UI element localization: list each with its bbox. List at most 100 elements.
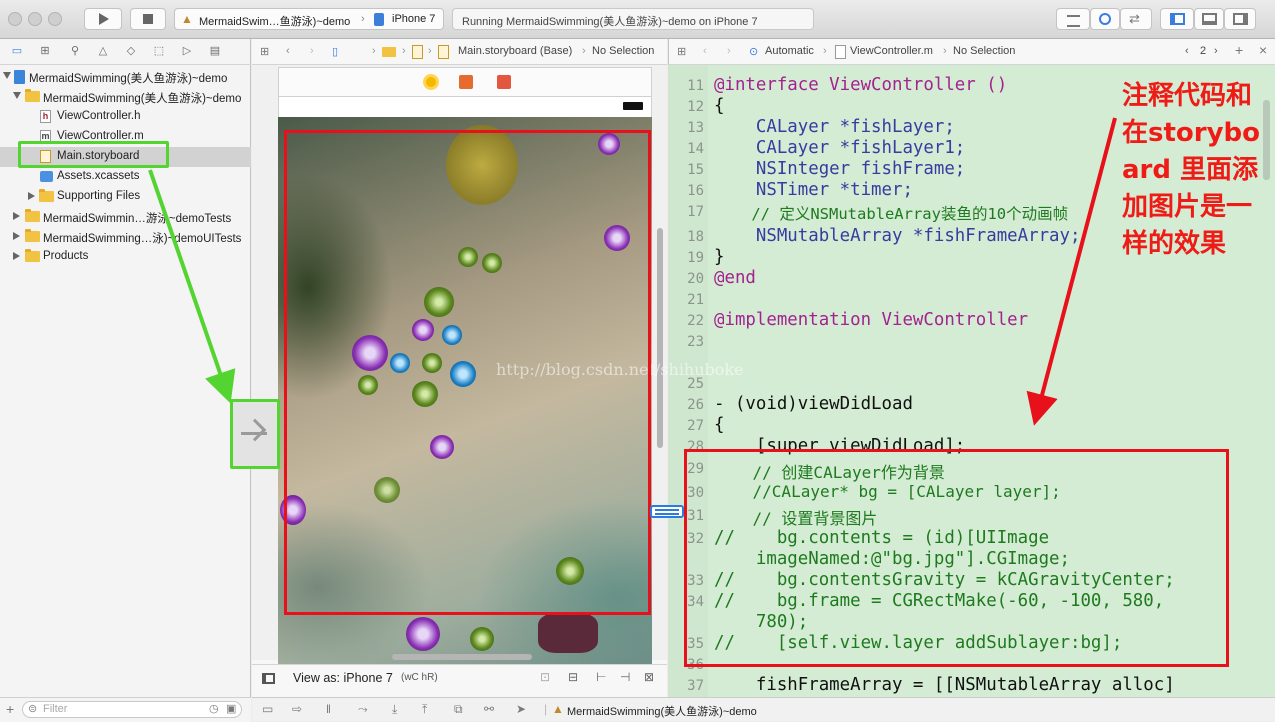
standard-editor-button[interactable]	[1056, 8, 1090, 30]
view-hierarchy-icon[interactable]: ⧉	[454, 702, 463, 717]
canvas-vertical-scrollbar[interactable]	[657, 228, 663, 448]
annotation-note: 注释代码和在storyboard 里面添加图片是一样的效果	[1122, 81, 1261, 259]
memory-graph-icon[interactable]: ⚯	[484, 702, 494, 716]
chevron-right-icon: ›	[402, 45, 406, 57]
next-counterpart-icon[interactable]: ›	[1214, 45, 1218, 57]
forward-icon[interactable]: ›	[310, 45, 314, 57]
disclosure-closed-icon[interactable]	[28, 192, 35, 200]
nav-item-products[interactable]: Products	[0, 247, 251, 267]
back-icon[interactable]: ‹	[703, 45, 707, 57]
add-editor-icon[interactable]: +	[1235, 42, 1243, 58]
add-icon[interactable]: +	[6, 701, 14, 717]
forward-icon[interactable]: ›	[727, 45, 731, 57]
code-jumpbar-mode[interactable]: Automatic	[765, 45, 814, 57]
exit-icon[interactable]	[497, 75, 511, 89]
step-into-icon[interactable]: ⤓	[392, 702, 397, 717]
nav-item-tests[interactable]: MermaidSwimmin…游泳~demoTests	[0, 207, 251, 227]
report-icon[interactable]: ▤	[208, 45, 222, 57]
canvas-horizontal-scrollbar[interactable]	[392, 654, 532, 660]
related-items-icon[interactable]: ⊞	[260, 45, 269, 58]
align-icon[interactable]: ⊢	[596, 670, 606, 684]
line-number: 23	[687, 334, 704, 350]
assistant-icon	[1099, 13, 1111, 25]
nav-item-supporting-files[interactable]: Supporting Files	[0, 187, 251, 207]
nav-item-project[interactable]: MermaidSwimming(美人鱼游泳)~demo	[0, 67, 251, 87]
chevron-right-icon: ›	[943, 45, 947, 57]
disclosure-closed-icon[interactable]	[13, 232, 20, 240]
nav-item-label: Supporting Files	[57, 190, 141, 202]
divider: |	[544, 702, 548, 716]
editor-split-handle[interactable]	[650, 505, 684, 518]
debug-target[interactable]: MermaidSwimming(美人鱼游泳)~demo	[567, 703, 757, 719]
stack-icon[interactable]: ⊟	[568, 670, 578, 684]
debug-icon[interactable]: ⬚	[152, 45, 166, 57]
arrow-highlight-box	[230, 399, 280, 469]
project-icon: ▯	[332, 46, 339, 58]
code-line: // 定义NSMutableArray装鱼的10个动画帧	[714, 205, 1069, 223]
code-jump-bar: ⊞ ‹ › ⊙ Automatic › ViewController.m › N…	[668, 39, 1275, 65]
view-as-label[interactable]: View as: iPhone 7	[293, 671, 393, 685]
step-over-icon[interactable]: ⤳	[358, 702, 368, 717]
hide-debug-area-icon[interactable]: ▭	[262, 702, 273, 716]
chevron-right-icon: ›	[428, 45, 432, 57]
step-out-icon[interactable]: ⤒	[422, 702, 427, 717]
location-icon[interactable]: ➤	[516, 702, 526, 716]
nav-item-assets[interactable]: Assets.xcassets	[0, 167, 251, 187]
view-controller-icon[interactable]	[423, 74, 439, 90]
document-outline-toggle-icon[interactable]	[262, 673, 275, 684]
code-jumpbar-file[interactable]: ViewController.m	[850, 45, 933, 57]
breakpoint-icon[interactable]: ▷	[180, 45, 194, 57]
filter-field[interactable]: ⊜ Filter ◷ ▣	[22, 701, 242, 718]
ib-jumpbar-file[interactable]: Main.storyboard (Base)	[458, 45, 572, 57]
toggle-breakpoints-icon[interactable]: ⇨	[292, 702, 302, 716]
related-items-icon[interactable]: ⊞	[677, 45, 686, 58]
toggle-utilities-button[interactable]	[1224, 8, 1256, 30]
assistant-editor-button[interactable]	[1090, 8, 1120, 30]
minimize-window-button[interactable]	[28, 12, 42, 26]
toggle-navigator-button[interactable]	[1160, 8, 1194, 30]
line-number: 20	[687, 271, 704, 287]
code-line: - (void)viewDidLoad	[714, 394, 913, 414]
recent-icon[interactable]: ◷	[209, 702, 219, 715]
disclosure-open-icon[interactable]	[13, 92, 21, 99]
code-jumpbar-selection[interactable]: No Selection	[953, 45, 1015, 57]
debug-bar: ▭ ⇨ ‖ ⤳ ⤓ ⤒ ⧉ ⚯ ➤ | ▲ MermaidSwimming(美人…	[252, 697, 1275, 721]
first-responder-icon[interactable]	[459, 75, 473, 89]
pin-icon[interactable]: ⊣	[620, 670, 630, 684]
disclosure-closed-icon[interactable]	[13, 252, 20, 260]
pause-icon[interactable]: ‖	[326, 702, 331, 716]
folder-icon[interactable]: ▭	[10, 45, 24, 57]
test-icon[interactable]: ◇	[124, 45, 138, 57]
assets-icon	[40, 171, 53, 182]
line-number: 21	[687, 292, 704, 308]
storyboard-file-icon	[412, 45, 423, 59]
ib-jumpbar-selection[interactable]: No Selection	[592, 45, 654, 57]
size-class-label: (wC hR)	[401, 672, 438, 683]
stop-button[interactable]	[130, 8, 166, 30]
nav-item-uitests[interactable]: MermaidSwimming…泳)~demoUITests	[0, 227, 251, 247]
zoom-window-button[interactable]	[48, 12, 62, 26]
resolve-issues-icon[interactable]: ⊠	[644, 670, 654, 684]
close-window-button[interactable]	[8, 12, 22, 26]
disclosure-closed-icon[interactable]	[13, 212, 20, 220]
toggle-debug-area-button[interactable]	[1194, 8, 1224, 30]
scm-icon[interactable]: ▣	[226, 702, 236, 715]
nav-item-viewcontroller-h[interactable]: h ViewController.h	[0, 107, 251, 127]
run-button[interactable]	[84, 8, 122, 30]
previous-counterpart-icon[interactable]: ‹	[1185, 45, 1189, 57]
search-icon[interactable]: ⚲	[68, 45, 82, 57]
fish-image	[406, 617, 440, 651]
nav-item-group[interactable]: MermaidSwimming(美人鱼游泳)~demo	[0, 87, 251, 107]
version-editor-button[interactable]: ⇄	[1120, 8, 1152, 30]
warning-icon[interactable]: △	[96, 45, 110, 57]
navigator-tabs: ▭ ⊞ ⚲ △ ◇ ⬚ ▷ ▤	[0, 39, 251, 65]
hierarchy-icon[interactable]: ⊞	[38, 45, 52, 57]
disclosure-open-icon[interactable]	[3, 72, 11, 79]
back-icon[interactable]: ‹	[286, 45, 290, 57]
scheme-selector[interactable]: ▲ MermaidSwim…鱼游泳)~demo › iPhone 7	[174, 8, 444, 30]
arrows-icon: ⇄	[1129, 11, 1140, 26]
chevron-right-icon: ›	[582, 45, 586, 57]
update-frames-icon[interactable]: ⊡	[540, 670, 550, 684]
code-line: @interface ViewController ()	[714, 75, 1008, 95]
close-editor-icon[interactable]: ×	[1259, 42, 1267, 58]
